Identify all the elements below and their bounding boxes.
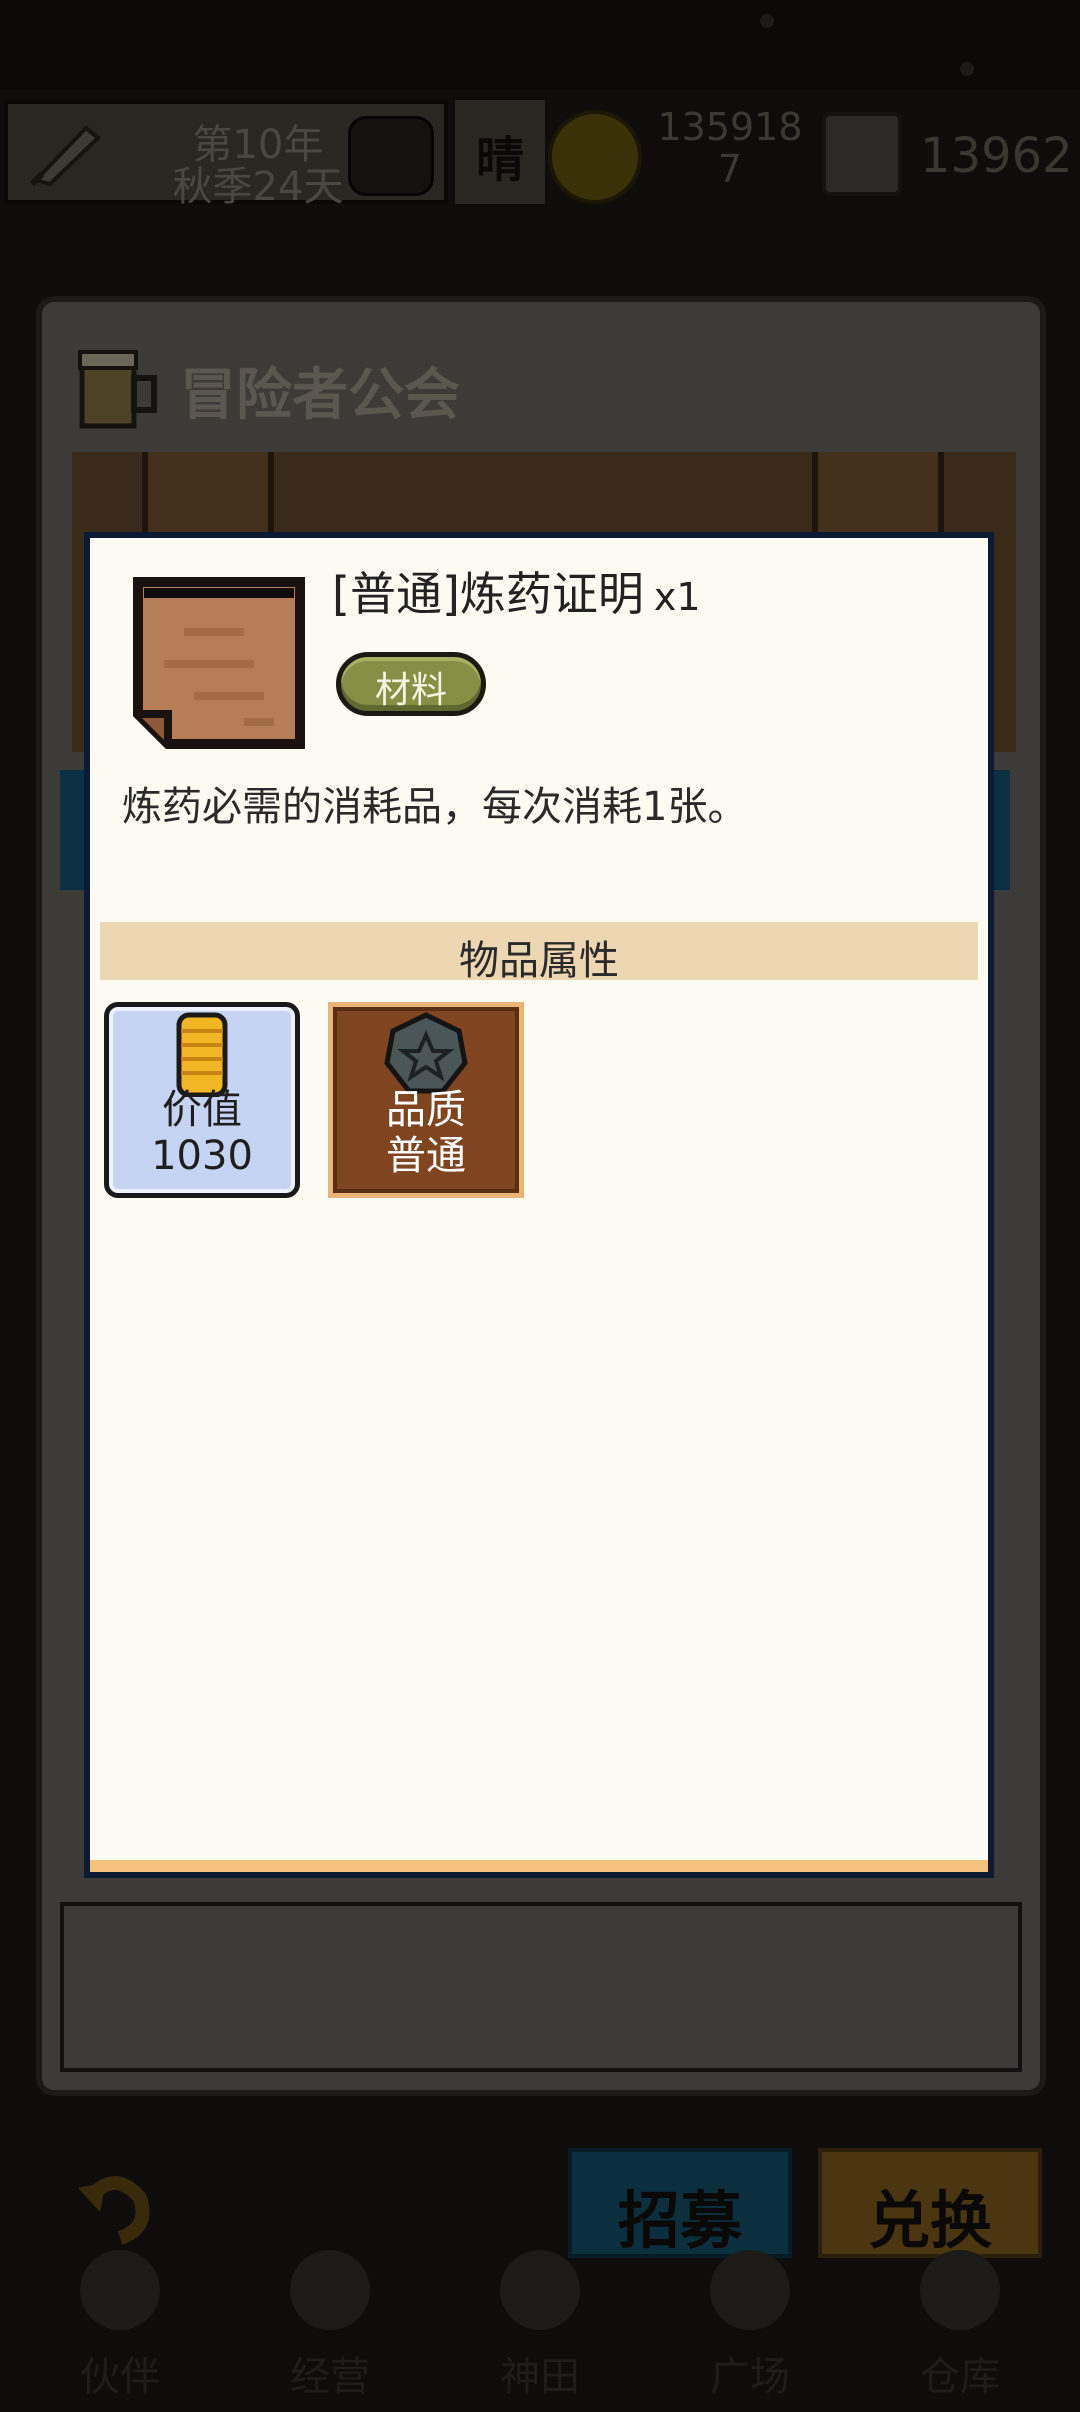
field-icon [500,2250,580,2330]
plaza-icon [710,2250,790,2330]
partners-icon [80,2250,160,2330]
warehouse-icon [920,2250,1000,2330]
property-quality-value: 普通 [386,1133,466,1179]
guild-title: 冒险者公会 [180,363,460,428]
nav-partners-label: 伙伴 [80,2354,160,2400]
quality-star-icon [384,1012,468,1094]
business-icon [290,2250,370,2330]
date-season-day: 秋季24天 [172,164,344,210]
beer-mug-icon [78,350,157,429]
properties-header: 物品属性 [100,922,978,984]
nav-business-label: 经营 [290,2354,370,2400]
coin-stack-icon [176,1012,228,1097]
property-quality-label: 品质 [386,1087,466,1133]
item-category-badge: 材料 [336,652,486,716]
nav-field[interactable]: 神田 [440,2220,640,2410]
property-value-number: 1030 [151,1133,253,1179]
gold-amount-line1: 135918 [657,105,803,149]
gold-amount: 135918 7 [655,106,805,190]
properties-header-label: 物品属性 [459,938,619,984]
nav-warehouse[interactable]: 仓库 [860,2220,1060,2410]
item-name: [普通]炼药证明 x1 [332,558,701,624]
item-description: 炼药必需的消耗品，每次消耗1张。 [122,784,748,830]
modal-bottom-accent [90,1860,988,1872]
book-icon [822,112,902,196]
quill-icon [29,125,101,187]
weather-display: 晴 [455,100,545,204]
status-indicator-icon [960,62,974,76]
property-value-text: 价值 1030 [109,1087,295,1179]
guild-list-frame [60,1902,1022,2072]
item-count: x1 [653,575,701,619]
status-indicator-icon [760,14,774,28]
item-category-label: 材料 [374,670,447,711]
nav-partners[interactable]: 伙伴 [20,2220,220,2410]
property-value-label: 价值 [162,1087,242,1133]
date-display[interactable]: 第10年 秋季24天 [4,100,448,210]
scroll-certificate-icon [133,577,305,749]
weather-label: 晴 [475,132,524,188]
item-detail-modal: [普通]炼药证明 x1 材料 炼药必需的消耗品，每次消耗1张。 物品属性 价值 1… [84,532,994,1878]
nav-plaza[interactable]: 广场 [650,2220,850,2410]
clock-icon[interactable] [348,116,434,196]
gem-amount: 13962 [920,128,1073,184]
gold-coin-icon [548,110,642,204]
gold-amount-line2: 7 [717,147,743,191]
property-card-quality[interactable]: 品质 普通 [328,1002,524,1198]
nav-plaza-label: 广场 [710,2354,790,2400]
system-status-bar [0,0,1080,90]
property-card-value[interactable]: 价值 1030 [104,1002,300,1198]
nav-warehouse-label: 仓库 [920,2354,1000,2400]
nav-field-label: 神田 [500,2354,580,2400]
bottom-nav: 伙伴 经营 神田 广场 仓库 [0,2200,1080,2412]
item-title: [普通]炼药证明 [332,567,644,621]
nav-business[interactable]: 经营 [230,2220,430,2410]
property-quality-text: 品质 普通 [333,1087,519,1179]
